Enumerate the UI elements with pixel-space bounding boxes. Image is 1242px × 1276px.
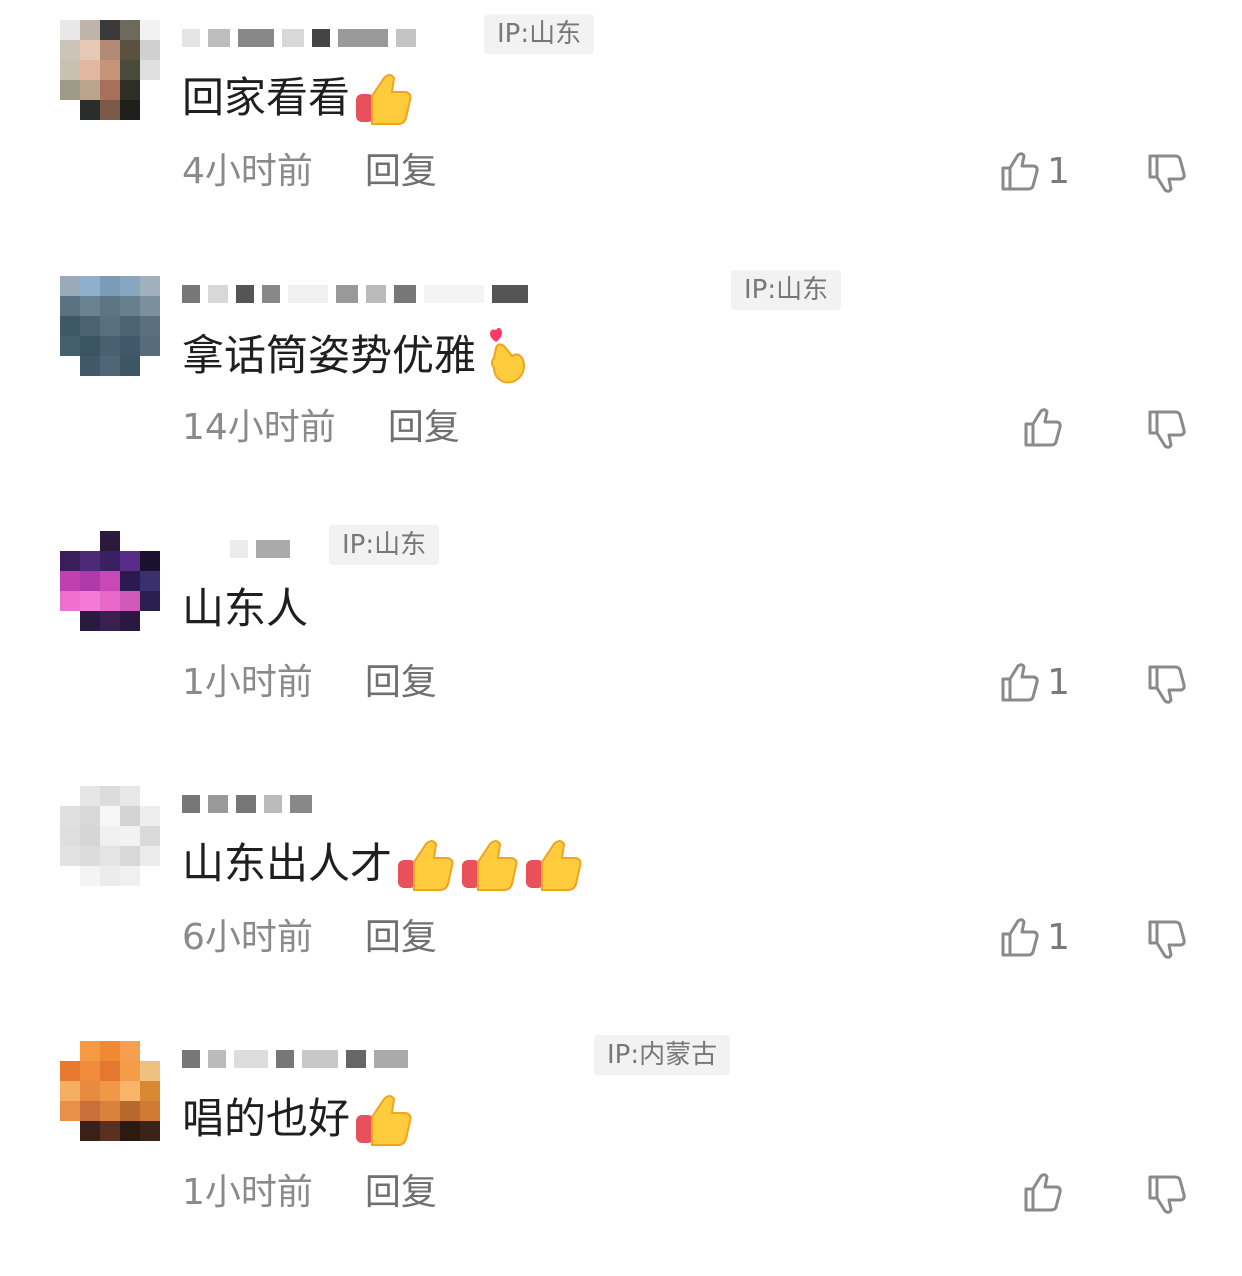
dislike-button[interactable] bbox=[1146, 152, 1188, 194]
like-button[interactable]: 1 bbox=[999, 916, 1070, 960]
comment-text-row: 山东人 bbox=[182, 581, 308, 637]
like-button[interactable]: 1 bbox=[999, 150, 1070, 194]
thumbs-up-emoji bbox=[396, 836, 456, 892]
comment-item: IP:山东 拿话筒姿势优雅 14小时前 回复 bbox=[0, 256, 1242, 511]
finger-heart-emoji bbox=[480, 326, 530, 386]
comment-text: 回家看看 bbox=[182, 73, 351, 122]
thumbs-up-icon bbox=[1001, 663, 1039, 702]
ip-location-badge: IP:山东 bbox=[329, 525, 440, 565]
comment-text-row: 拿话筒姿势优雅 bbox=[182, 326, 530, 386]
avatar[interactable] bbox=[60, 276, 160, 376]
thumbs-down-icon bbox=[1148, 920, 1186, 959]
comment-meta: 6小时前 回复 bbox=[182, 916, 437, 960]
username-pixelated[interactable] bbox=[182, 784, 320, 824]
comment-text-row: 唱的也好 bbox=[182, 1091, 414, 1147]
comment-item: IP:山东 山东人 1小时前 回复 1 bbox=[0, 511, 1242, 766]
username-pixelated[interactable] bbox=[182, 529, 298, 569]
like-count: 1 bbox=[1047, 917, 1070, 958]
thumbs-down-icon bbox=[1148, 665, 1186, 704]
username-pixelated[interactable] bbox=[182, 1039, 416, 1079]
thumbs-down-icon bbox=[1148, 1175, 1186, 1214]
thumbs-up-icon bbox=[1001, 918, 1039, 957]
username-pixelated[interactable] bbox=[182, 274, 536, 314]
comment-meta: 1小时前 回复 bbox=[182, 661, 437, 705]
dislike-button[interactable] bbox=[1146, 1173, 1188, 1215]
thumbs-down-icon bbox=[1148, 154, 1186, 193]
dislike-button[interactable] bbox=[1146, 918, 1188, 960]
comment-text: 唱的也好 bbox=[182, 1094, 351, 1143]
thumbs-up-emoji bbox=[524, 836, 584, 892]
timestamp: 14小时前 bbox=[182, 407, 336, 448]
comment-text-row: 山东出人才 bbox=[182, 836, 584, 892]
thumbs-up-icon bbox=[1024, 1173, 1062, 1212]
comment-item: 山东出人才 6小时前 回复 1 bbox=[0, 766, 1242, 1021]
avatar[interactable] bbox=[60, 786, 160, 886]
ip-location-badge: IP:山东 bbox=[731, 270, 842, 310]
comment-text-row: 回家看看 bbox=[182, 70, 414, 126]
reply-button[interactable]: 回复 bbox=[365, 150, 437, 194]
avatar[interactable] bbox=[60, 20, 160, 120]
timestamp: 4小时前 bbox=[182, 151, 313, 192]
comment-meta: 1小时前 回复 bbox=[182, 1171, 437, 1215]
thumbs-up-icon bbox=[1024, 408, 1062, 447]
reply-button[interactable]: 回复 bbox=[365, 1171, 437, 1215]
comment-text: 山东出人才 bbox=[182, 839, 393, 888]
thumbs-up-emoji bbox=[354, 1091, 414, 1147]
thumbs-up-emoji bbox=[354, 70, 414, 126]
comment-meta: 4小时前 回复 bbox=[182, 150, 437, 194]
comment-text: 拿话筒姿势优雅 bbox=[182, 331, 477, 380]
like-button[interactable] bbox=[1022, 1171, 1070, 1215]
thumbs-up-emoji bbox=[460, 836, 520, 892]
dislike-button[interactable] bbox=[1146, 408, 1188, 450]
reply-button[interactable]: 回复 bbox=[365, 661, 437, 705]
reply-button[interactable]: 回复 bbox=[365, 916, 437, 960]
timestamp: 6小时前 bbox=[182, 917, 313, 958]
comment-item: IP:内蒙古 唱的也好 1小时前 回复 bbox=[0, 1021, 1242, 1276]
like-button[interactable] bbox=[1022, 406, 1070, 450]
username-pixelated[interactable] bbox=[182, 18, 424, 58]
reply-button[interactable]: 回复 bbox=[388, 406, 460, 450]
ip-location-badge: IP:山东 bbox=[484, 14, 595, 54]
avatar[interactable] bbox=[60, 531, 160, 631]
comment-item: IP:山东 回家看看 4小时前 回复 1 bbox=[0, 0, 1242, 255]
like-count: 1 bbox=[1047, 662, 1070, 703]
comment-meta: 14小时前 回复 bbox=[182, 406, 460, 450]
like-button[interactable]: 1 bbox=[999, 661, 1070, 705]
ip-location-badge: IP:内蒙古 bbox=[594, 1035, 731, 1075]
dislike-button[interactable] bbox=[1146, 663, 1188, 705]
thumbs-down-icon bbox=[1148, 410, 1186, 449]
like-count: 1 bbox=[1047, 151, 1070, 192]
thumbs-up-icon bbox=[1001, 152, 1039, 191]
timestamp: 1小时前 bbox=[182, 662, 313, 703]
comment-text: 山东人 bbox=[182, 584, 309, 633]
timestamp: 1小时前 bbox=[182, 1172, 313, 1213]
avatar[interactable] bbox=[60, 1041, 160, 1141]
